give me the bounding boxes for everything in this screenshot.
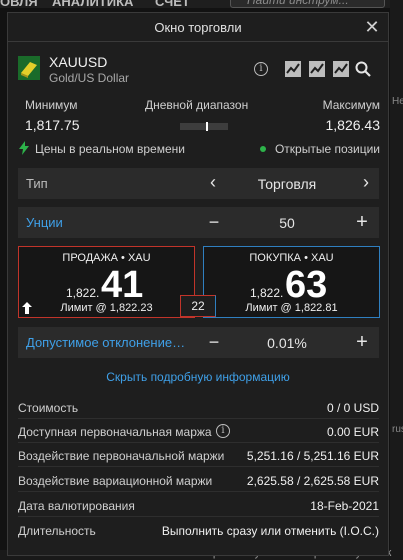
instrument-header: XAUUSD Gold/US Dollar i bbox=[16, 53, 381, 89]
detail-row-available-margin: Доступная первоначальная маржа i 0.00 EU… bbox=[18, 419, 379, 443]
slippage-decrease-button[interactable]: − bbox=[208, 333, 220, 351]
detail-label: Воздействие вариационной маржи bbox=[18, 474, 213, 488]
slippage-increase-button[interactable]: + bbox=[355, 331, 369, 353]
slippage-label[interactable]: Допустимое отклонение… bbox=[26, 335, 185, 350]
app-top-bar: ОВЛЯ АНАЛИТИКА СЧЕТ Найти инструм... bbox=[0, 0, 403, 8]
quantity-input[interactable]: 50 bbox=[232, 215, 342, 231]
nav-tab-analytics[interactable]: АНАЛИТИКА bbox=[52, 0, 133, 8]
close-icon[interactable]: ✕ bbox=[362, 17, 382, 37]
buy-limit: Лимит @ 1,822.81 bbox=[245, 302, 338, 314]
daily-stats: Минимум 1,817.75 Дневной диапазон Максим… bbox=[25, 97, 380, 139]
gold-bar-icon bbox=[18, 56, 40, 80]
buy-title: ПОКУПКА • XAU bbox=[249, 252, 334, 264]
quantity-increase-button[interactable]: + bbox=[355, 211, 369, 233]
dialog-title: Окно торговли bbox=[154, 20, 242, 35]
min-label: Минимум bbox=[25, 98, 78, 112]
detail-value: 2,625.58 / 2,625.58 EUR bbox=[246, 474, 379, 488]
slippage-input[interactable]: 0.01% bbox=[232, 335, 342, 351]
app-search-input[interactable]: Найти инструм... bbox=[230, 0, 385, 8]
range-label: Дневной диапазон bbox=[145, 98, 249, 112]
detail-label: Длительность bbox=[18, 524, 96, 538]
quantity-decrease-button[interactable]: − bbox=[208, 213, 220, 231]
sell-limit: Лимит @ 1,822.23 bbox=[60, 302, 153, 314]
right-panel-label: Нет bbox=[392, 96, 403, 107]
quantity-unit-selector[interactable]: Унции bbox=[26, 215, 63, 230]
detail-value: 5,251.16 / 5,251.16 EUR bbox=[246, 449, 379, 463]
slippage-row: Допустимое отклонение… − 0.01% + bbox=[18, 327, 379, 358]
min-value: 1,817.75 bbox=[25, 117, 80, 133]
detail-value: 0 / 0 USD bbox=[326, 401, 379, 415]
duration-select[interactable]: Выполнить сразу или отменить (I.O.C.) bbox=[162, 524, 379, 538]
detail-value: 0.00 EUR bbox=[326, 425, 379, 439]
search-icon[interactable] bbox=[354, 60, 372, 78]
sell-price-pips: 41 bbox=[101, 264, 144, 306]
trade-window: Окно торговли ✕ XAUUSD Gold/US Dollar i bbox=[7, 12, 389, 556]
detail-row-value-date: Дата валютирования 18-Feb-2021 bbox=[18, 493, 379, 517]
positions-status-dot bbox=[260, 146, 266, 152]
instrument-name: Gold/US Dollar bbox=[49, 71, 130, 85]
max-label: Максимум bbox=[322, 98, 380, 112]
status-row: Цены в реальном времени Открытые позиции bbox=[18, 141, 380, 157]
detail-row-initial-margin: Воздействие первоначальной маржи 5,251.1… bbox=[18, 443, 379, 467]
detail-label: Воздействие первоначальной маржи bbox=[18, 449, 225, 463]
detail-row-variation-margin: Воздействие вариационной маржи 2,625.58 … bbox=[18, 468, 379, 492]
chart-icon[interactable] bbox=[284, 60, 302, 78]
sell-title: ПРОДАЖА • XAU bbox=[62, 252, 151, 264]
detail-label: Доступная первоначальная маржа bbox=[18, 425, 212, 439]
order-type-value: Торговля bbox=[257, 176, 317, 192]
instrument-symbol: XAUUSD bbox=[49, 54, 108, 70]
nav-tab-trade[interactable]: ОВЛЯ bbox=[0, 0, 38, 8]
buy-price-prefix: 1,822. bbox=[250, 286, 284, 300]
chevron-left-icon[interactable]: ‹ bbox=[210, 172, 216, 193]
detail-row-duration: Длительность Выполнить сразу или отменит… bbox=[18, 518, 379, 542]
detail-label: Стоимость bbox=[18, 401, 79, 415]
open-positions-link[interactable]: Открытые позиции bbox=[275, 142, 380, 156]
arrow-up-icon bbox=[22, 302, 32, 314]
spread-value: 22 bbox=[180, 295, 216, 317]
sell-button[interactable]: ПРОДАЖА • XAU 1,822. 41 Лимит @ 1,822.23 bbox=[18, 246, 195, 318]
info-icon[interactable]: i bbox=[216, 424, 230, 438]
order-type-label: Тип bbox=[26, 176, 48, 191]
app-right-panel: Нет russ bbox=[390, 0, 403, 560]
chart-icon[interactable] bbox=[308, 60, 326, 78]
buy-button[interactable]: ПОКУПКА • XAU 1,822. 63 Лимит @ 1,822.81 bbox=[203, 246, 380, 318]
info-icon[interactable]: i bbox=[254, 62, 268, 76]
order-type-row: Тип ‹ Торговля › bbox=[18, 168, 379, 199]
right-panel-label: russ bbox=[392, 424, 403, 435]
daily-range-bar bbox=[180, 122, 228, 131]
toggle-details-link[interactable]: Скрыть подробную информацию bbox=[8, 370, 388, 384]
buy-price-pips: 63 bbox=[285, 264, 328, 306]
range-marker bbox=[206, 122, 208, 131]
chevron-right-icon[interactable]: › bbox=[363, 172, 369, 193]
detail-label: Дата валютирования bbox=[18, 499, 135, 513]
nav-tab-account[interactable]: СЧЕТ bbox=[155, 0, 190, 8]
chart-icon[interactable] bbox=[332, 60, 350, 78]
detail-row-cost: Стоимость 0 / 0 USD bbox=[18, 395, 379, 419]
max-value: 1,826.43 bbox=[325, 117, 381, 133]
sell-price-prefix: 1,822. bbox=[66, 286, 100, 300]
lightning-icon bbox=[19, 141, 29, 155]
dialog-titlebar[interactable]: Окно торговли ✕ bbox=[8, 13, 388, 42]
detail-value: 18-Feb-2021 bbox=[310, 499, 379, 513]
quantity-row: Унции − 50 + bbox=[18, 207, 379, 238]
realtime-label: Цены в реальном времени bbox=[35, 142, 185, 156]
